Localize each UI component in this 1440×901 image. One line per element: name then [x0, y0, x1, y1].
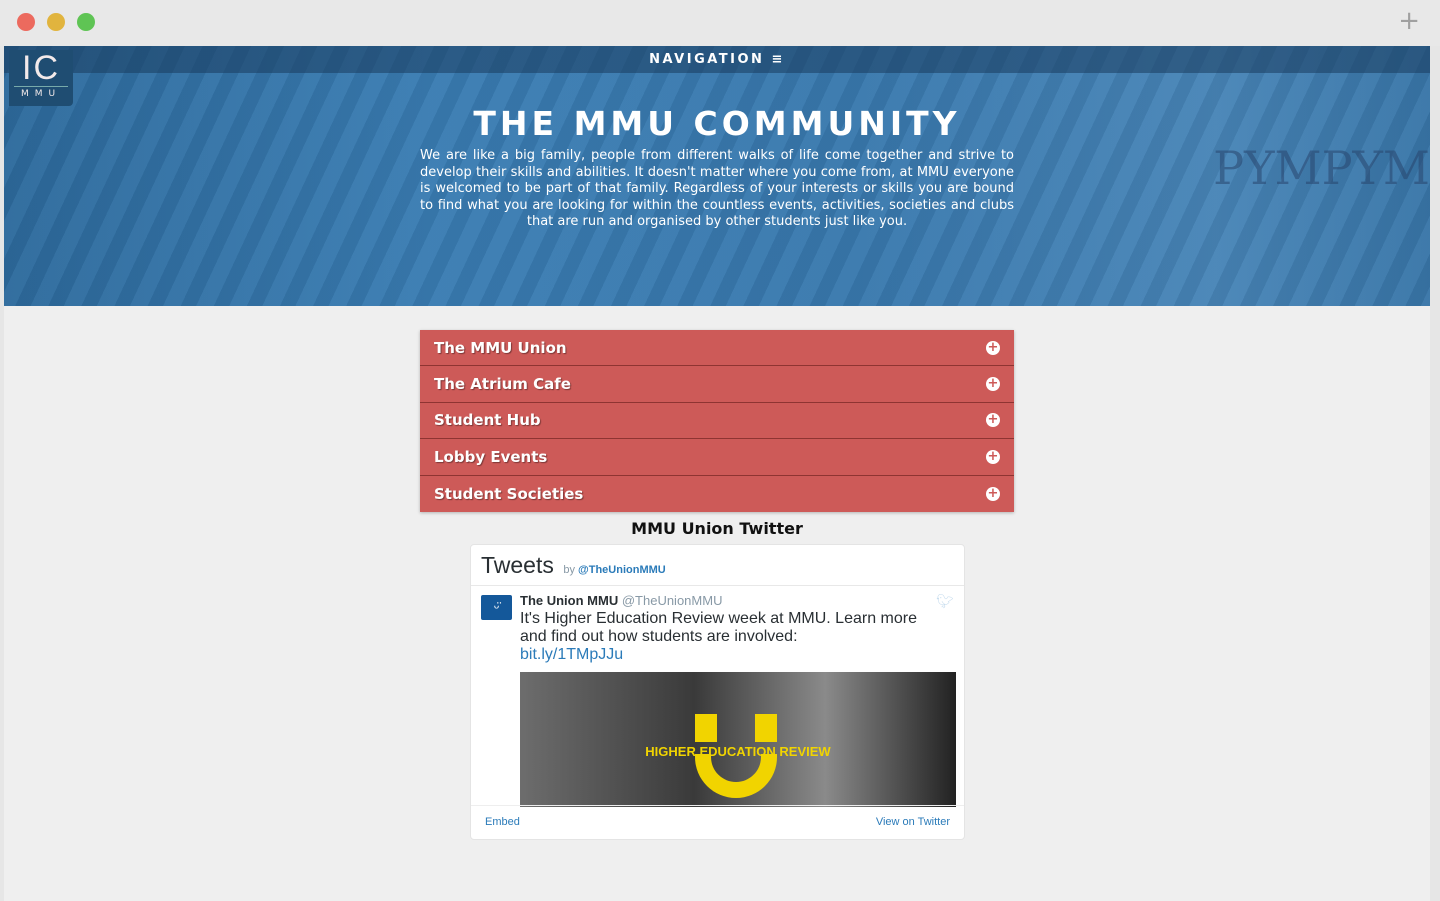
- accordion-item-mmu-union[interactable]: The MMU Union +: [420, 330, 1014, 367]
- navbar: NAVIGATION ≡: [4, 46, 1430, 73]
- accordion-item-student-hub[interactable]: Student Hub +: [420, 402, 1014, 440]
- embed-link[interactable]: Embed: [485, 816, 520, 829]
- tweet: The Union MMU @TheUnionMMU It's Higher E…: [520, 593, 940, 664]
- scrollbar[interactable]: [1430, 46, 1440, 901]
- accordion-label: The Atrium Cafe: [434, 375, 571, 394]
- accordion-item-lobby-events[interactable]: Lobby Events +: [420, 439, 1014, 476]
- page: PYMPYM NAVIGATION ≡ IC MMU THE MMU COMMU…: [4, 46, 1430, 901]
- accordion: The MMU Union + The Atrium Cafe + Student …: [420, 330, 1014, 512]
- accordion-label: Student Hub: [434, 411, 541, 430]
- plus-circle-icon: +: [986, 339, 1000, 355]
- tweet-text: It's Higher Education Review week at MMU…: [520, 610, 917, 645]
- tweet-author-name[interactable]: The Union MMU: [520, 593, 618, 608]
- accordion-item-atrium-cafe[interactable]: The Atrium Cafe +: [420, 366, 1014, 403]
- browser-titlebar: +: [0, 0, 1440, 46]
- plus-circle-icon: +: [986, 448, 1000, 464]
- twitter-header: Tweets by @TheUnionMMU: [471, 545, 964, 586]
- twitter-handle-link[interactable]: @TheUnionMMU: [578, 564, 666, 576]
- logo-text: IC: [22, 49, 60, 87]
- background-sign: PYMPYM: [1213, 141, 1430, 195]
- twitter-footer: Embed View on Twitter: [471, 805, 964, 839]
- hero-description: We are like a big family, people from di…: [420, 148, 1014, 229]
- accordion-label: Lobby Events: [434, 447, 548, 466]
- maximize-window-button[interactable]: [77, 13, 95, 31]
- accordion-item-student-societies[interactable]: Student Societies +: [420, 475, 1014, 512]
- plus-circle-icon: +: [986, 485, 1000, 501]
- hero-banner: PYMPYM NAVIGATION ≡ IC MMU THE MMU COMMU…: [4, 46, 1430, 306]
- plus-circle-icon: +: [986, 412, 1000, 428]
- by-label: by: [563, 564, 575, 576]
- minimize-window-button[interactable]: [47, 13, 65, 31]
- tweet-image-caption: HIGHER EDUCATION REVIEW: [645, 744, 831, 759]
- close-window-button[interactable]: [17, 13, 35, 31]
- tweet-link[interactable]: bit.ly/1TMpJJu: [520, 646, 623, 663]
- view-on-twitter-link[interactable]: View on Twitter: [876, 816, 950, 829]
- tweet-image[interactable]: HIGHER EDUCATION REVIEW: [520, 672, 956, 807]
- accordion-label: The MMU Union: [434, 338, 567, 357]
- tweets-heading: Tweets: [481, 552, 554, 578]
- twitter-section-title: MMU Union Twitter: [631, 519, 803, 538]
- page-title: THE MMU COMMUNITY: [473, 104, 961, 143]
- tweet-author-handle[interactable]: @TheUnionMMU: [622, 593, 723, 608]
- site-logo[interactable]: IC MMU: [9, 50, 73, 106]
- twitter-widget: Tweets by @TheUnionMMU ᵕ̈ 🐦︎ The Union M…: [470, 544, 965, 840]
- new-tab-button[interactable]: +: [1398, 6, 1420, 36]
- accordion-label: Student Societies: [434, 484, 584, 503]
- navigation-menu-button[interactable]: NAVIGATION ≡: [4, 52, 1430, 67]
- avatar[interactable]: ᵕ̈: [481, 595, 512, 620]
- logo-subtext: MMU: [14, 86, 68, 99]
- plus-circle-icon: +: [986, 376, 1000, 392]
